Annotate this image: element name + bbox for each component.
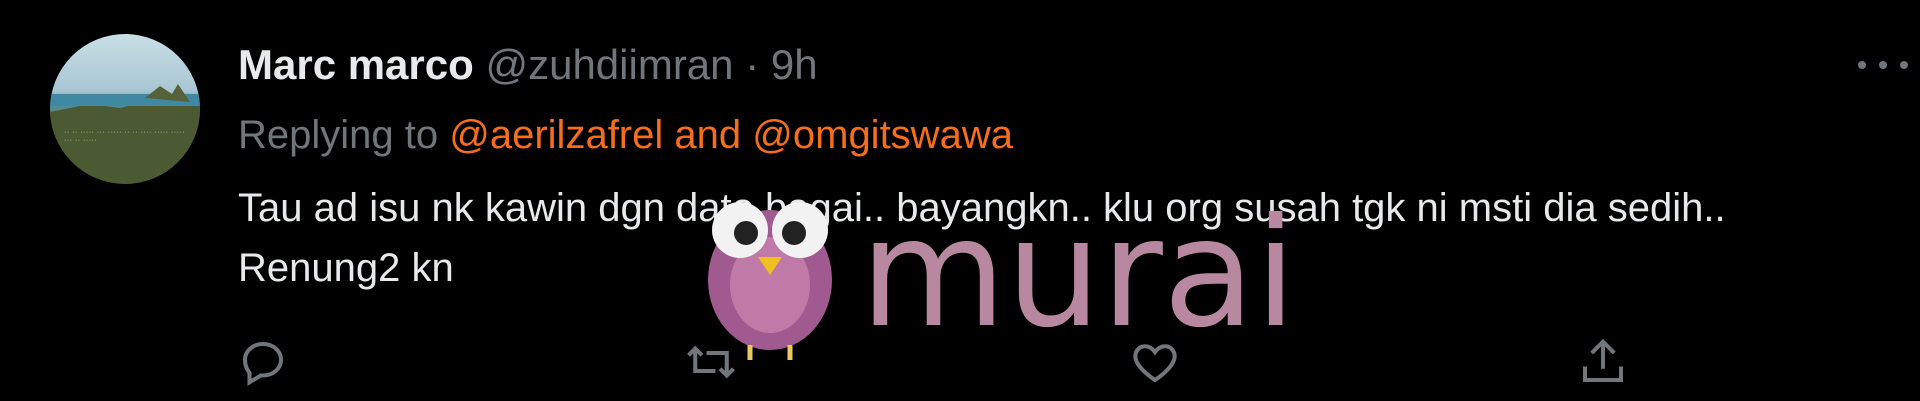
tweet-time[interactable]: 9h [771, 41, 818, 88]
reply-mention-2[interactable]: @omgitswawa [752, 113, 1013, 157]
tweet-actions [0, 335, 1920, 395]
replying-to: Replying to @aerilzafrel and @omgitswawa [238, 110, 1013, 160]
reply-joiner: and [674, 113, 742, 157]
author-name[interactable]: Marc marco [238, 41, 474, 88]
reply-icon[interactable] [236, 335, 290, 389]
avatar-caption: ·· ·· ····· ··· ····· ·· ·· ···· ····· ·… [64, 129, 186, 144]
like-icon[interactable] [1128, 335, 1182, 389]
share-icon[interactable] [1576, 335, 1630, 389]
header-separator: · [745, 41, 760, 88]
tweet-card[interactable]: ·· ·· ····· ··· ····· ·· ·· ···· ····· ·… [0, 0, 1920, 401]
watermark-logo: murai [708, 187, 1296, 360]
replying-to-label: Replying to [238, 113, 439, 157]
avatar-landscape [50, 84, 200, 184]
retweet-icon[interactable] [684, 335, 738, 389]
more-options-icon[interactable] [1858, 50, 1908, 80]
author-handle[interactable]: @zuhdiimran [485, 41, 733, 88]
avatar[interactable]: ·· ·· ····· ··· ····· ·· ·· ···· ····· ·… [50, 34, 200, 184]
reply-mention-1[interactable]: @aerilzafrel [449, 113, 663, 157]
tweet-header: Marc marco @zuhdiimran · 9h [238, 40, 818, 90]
